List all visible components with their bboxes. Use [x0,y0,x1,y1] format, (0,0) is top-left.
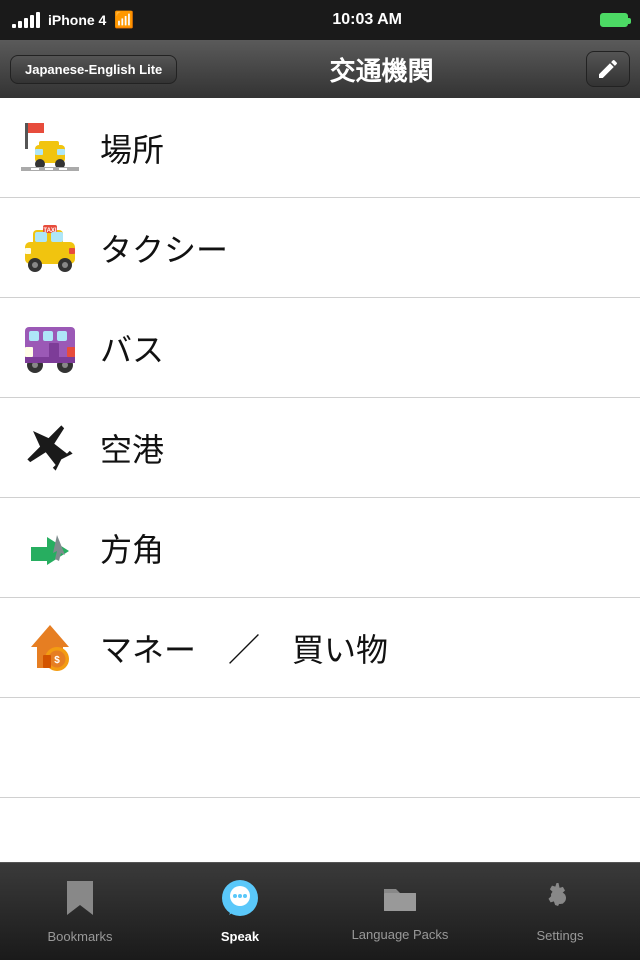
pencil-icon [596,57,620,81]
item-icon-hoko [20,518,80,578]
item-label-basho: 場所 [100,125,164,171]
tab-bar: Bookmarks Speak Language Packs [0,862,640,960]
list-item[interactable]: 空港 [0,398,640,498]
list-item[interactable]: 方角 [0,498,640,598]
tab-speak-label: Speak [221,929,259,944]
item-label-mane: マネー ／ 買い物 [100,625,388,671]
tab-speak[interactable]: Speak [160,863,320,960]
item-icon-kuko [20,418,80,478]
svg-text:$: $ [54,655,60,666]
list-container: 場所 TAXI [0,98,640,898]
tab-langpacks-label: Language Packs [352,927,449,942]
signal-bar-1 [12,24,16,28]
status-left: iPhone 4 📶 [12,10,134,30]
tab-bookmarks[interactable]: Bookmarks [0,863,160,960]
item-label-hoko: 方角 [100,525,164,571]
signal-bar-3 [24,18,28,28]
item-icon-mane: $ [20,618,80,678]
item-icon-takushi: TAXI [20,218,80,278]
item-label-basu: バス [100,325,164,371]
status-bar: iPhone 4 📶 10:03 AM [0,0,640,40]
list-item[interactable]: 場所 [0,98,640,198]
speak-icon [221,879,259,925]
item-icon-basu [20,318,80,378]
tab-bookmarks-label: Bookmarks [47,929,112,944]
nav-bar: Japanese-English Lite 交通機関 [0,40,640,98]
battery-icon [600,13,628,27]
signal-bar-5 [36,12,40,28]
list-item[interactable]: バス [0,298,640,398]
bookmarks-icon [63,879,97,925]
signal-bar-4 [30,15,34,28]
tab-settings[interactable]: Settings [480,863,640,960]
list-item-empty [0,698,640,798]
action-button[interactable] [586,51,630,87]
back-button[interactable]: Japanese-English Lite [10,55,177,84]
list-item[interactable]: TAXI タクシー [0,198,640,298]
settings-icon [542,880,578,924]
tab-settings-label: Settings [537,928,584,943]
signal-bar-2 [18,21,22,28]
signal-bars [12,12,40,28]
status-right [600,13,628,27]
item-label-kuko: 空港 [100,425,164,471]
item-label-takushi: タクシー [100,225,228,271]
status-time: 10:03 AM [332,11,402,29]
langpacks-icon [382,881,418,923]
nav-title: 交通機関 [187,51,576,88]
wifi-icon: 📶 [114,10,134,30]
item-icon-basho [20,118,80,178]
carrier-label: iPhone 4 [48,12,106,28]
list-item[interactable]: $ マネー ／ 買い物 [0,598,640,698]
tab-langpacks[interactable]: Language Packs [320,863,480,960]
